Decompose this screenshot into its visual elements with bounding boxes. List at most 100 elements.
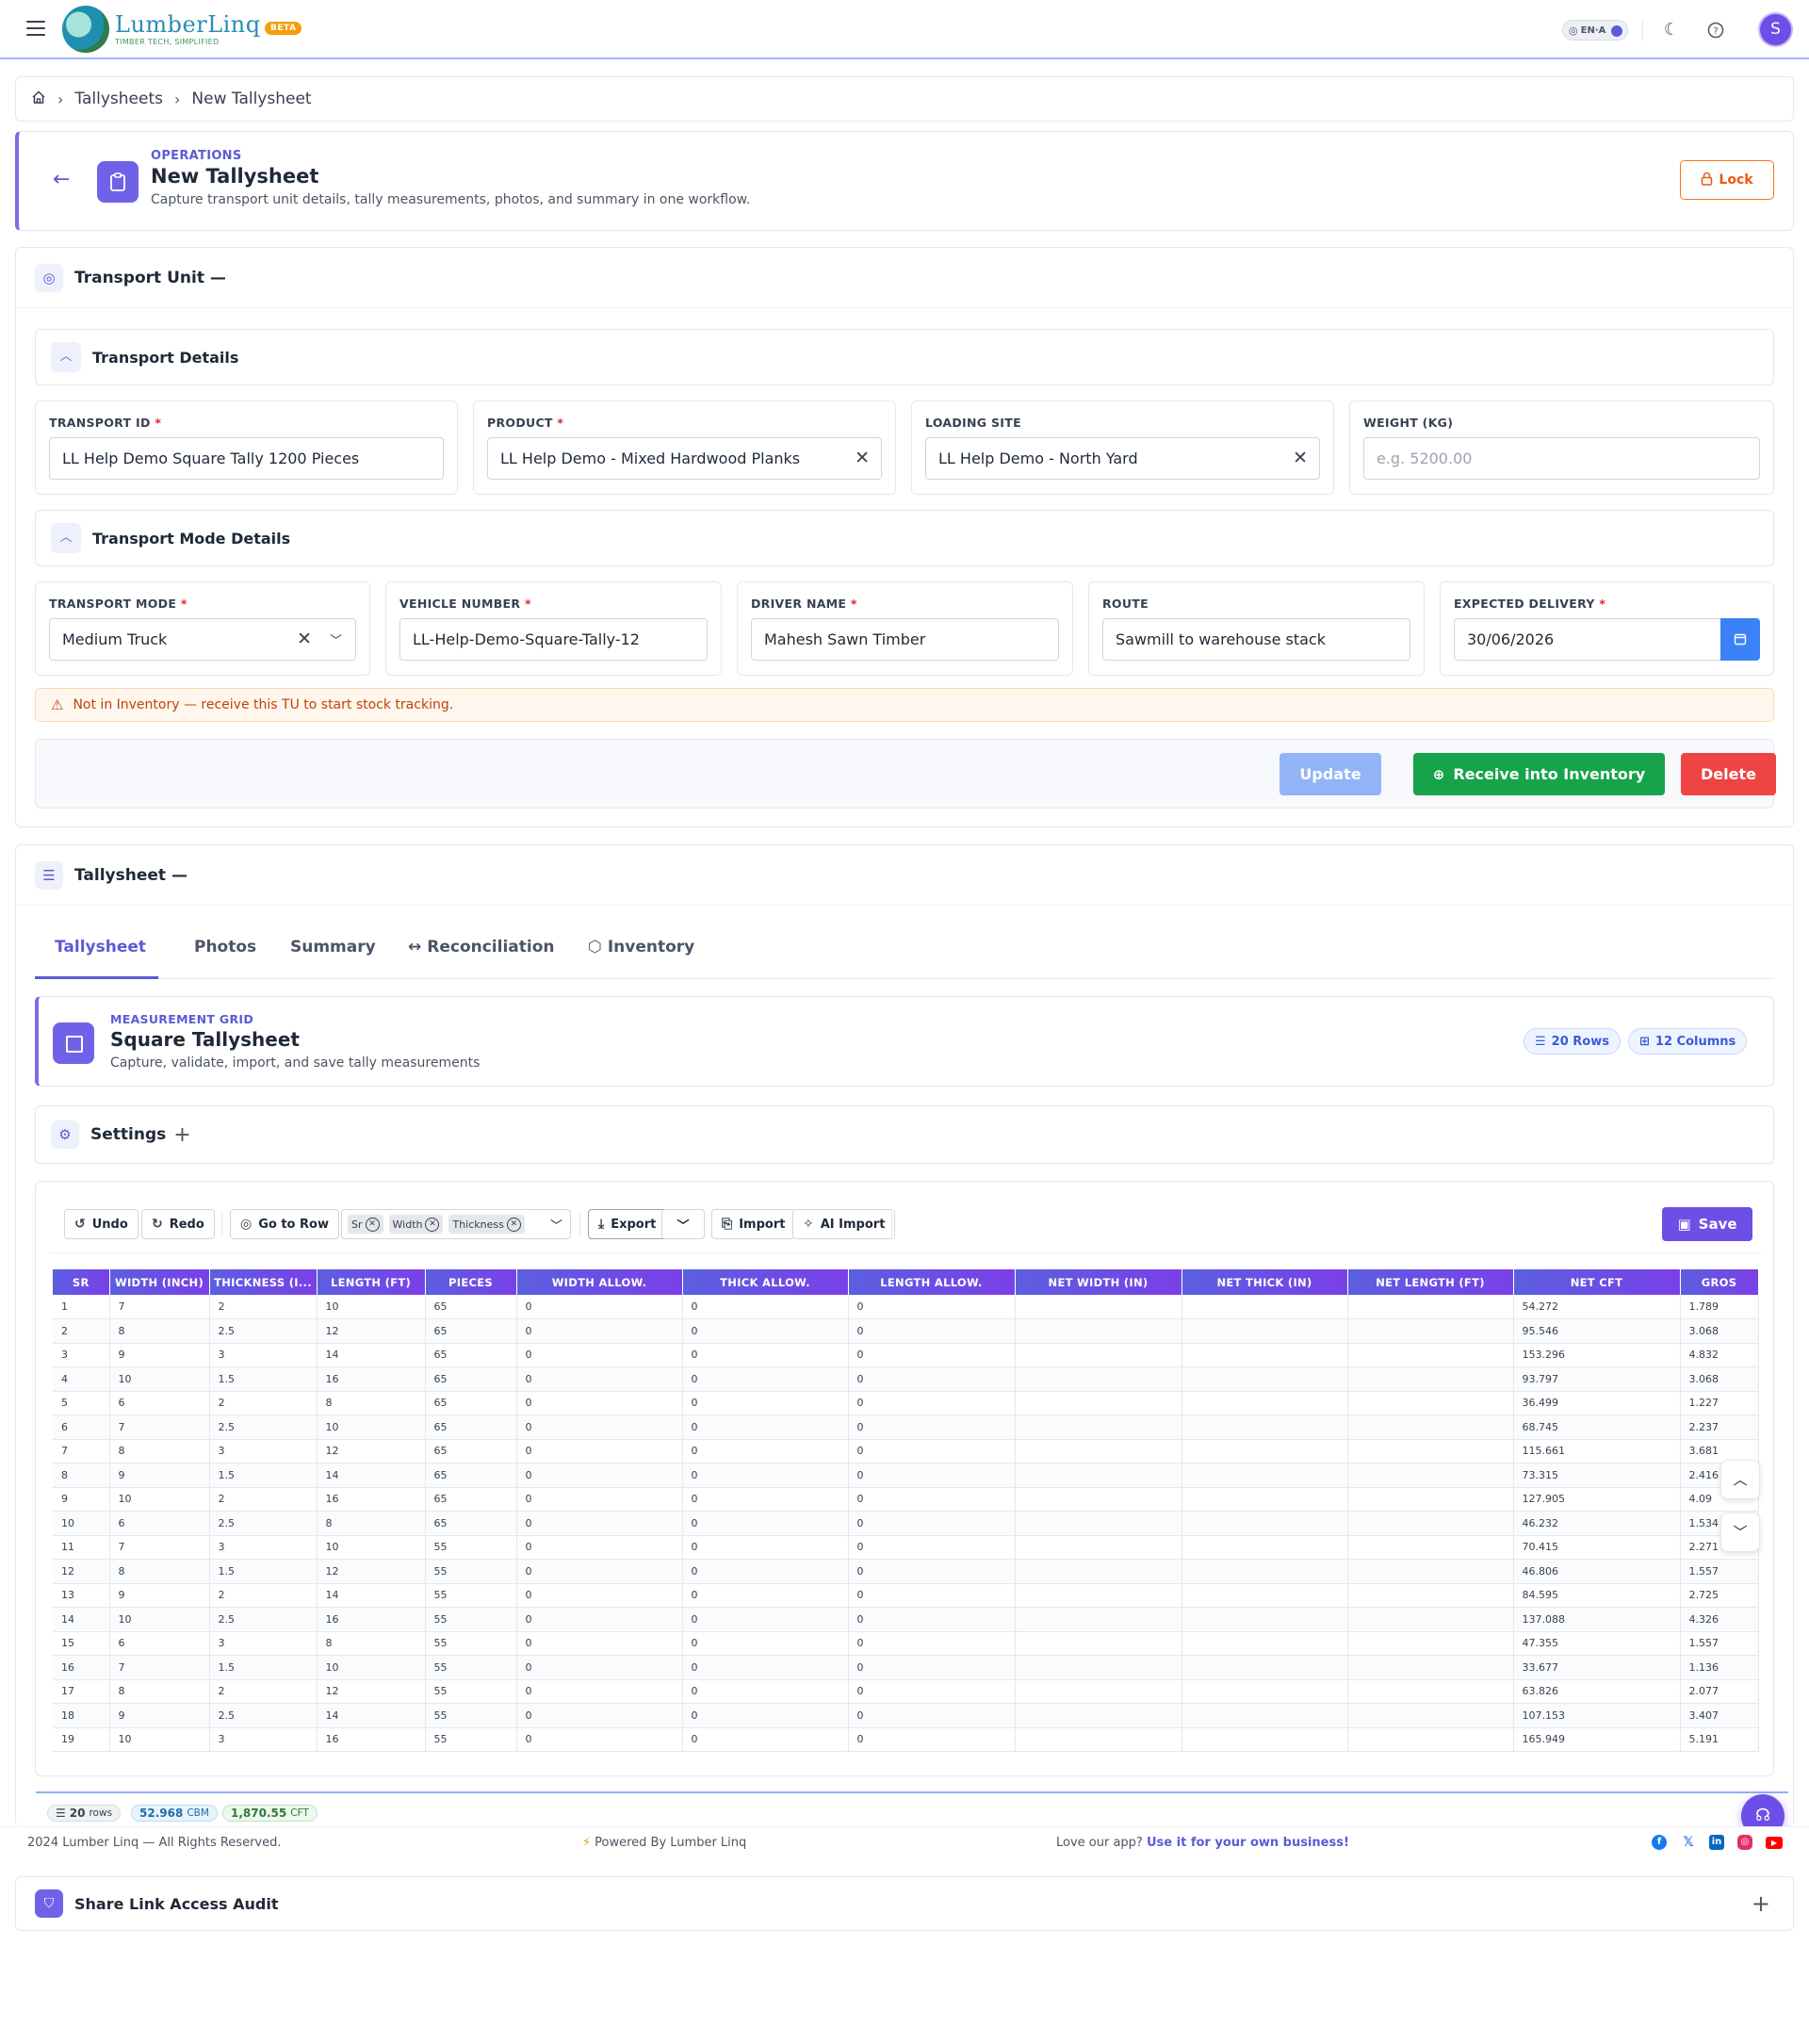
go-to-row-button[interactable]: ◎ Go to Row [230,1209,339,1239]
table-cell[interactable]: 0 [682,1295,849,1319]
linkedin-icon[interactable]: in [1709,1835,1724,1850]
table-row[interactable]: 14 10 2.5 16 55 0 0 0 137.088 4.326 [53,1607,1759,1632]
table-cell[interactable]: 16 [317,1487,426,1512]
table-cell[interactable]: 95.546 [1513,1318,1681,1344]
table-cell[interactable]: 0 [516,1607,683,1632]
table-cell[interactable] [1182,1391,1348,1415]
column-header[interactable]: NET LENGTH (FT) [1347,1269,1514,1295]
table-cell[interactable]: 14 [317,1463,426,1488]
table-cell[interactable]: 65 [425,1463,517,1488]
table-cell[interactable] [1015,1535,1182,1560]
youtube-icon[interactable]: ▶ [1766,1837,1783,1849]
table-cell[interactable]: 0 [848,1295,1016,1319]
table-cell[interactable]: 9 [109,1583,210,1608]
table-cell[interactable]: 0 [516,1295,683,1319]
table-cell[interactable]: 1 [53,1295,110,1319]
loading-site-select[interactable]: LL Help Demo - North Yard ✕ [925,437,1320,480]
table-cell[interactable]: 7 [109,1295,210,1319]
column-header[interactable]: WIDTH ALLOW. [516,1269,683,1295]
lock-button[interactable]: Lock [1680,160,1774,200]
column-header[interactable]: LENGTH ALLOW. [848,1269,1016,1295]
table-cell[interactable]: 0 [848,1679,1016,1704]
table-cell[interactable]: 1.5 [209,1559,318,1584]
column-header[interactable]: GROS [1680,1269,1759,1295]
table-cell[interactable]: 0 [516,1366,683,1392]
table-cell[interactable] [1015,1391,1182,1415]
table-cell[interactable]: 65 [425,1366,517,1392]
table-cell[interactable]: 2 [209,1679,318,1704]
table-cell[interactable]: 115.661 [1513,1439,1681,1464]
table-cell[interactable]: 0 [848,1511,1016,1536]
tab-reconciliation[interactable]: ↔ Reconciliation [408,938,555,957]
table-cell[interactable] [1182,1679,1348,1704]
table-cell[interactable] [1347,1679,1514,1704]
table-cell[interactable] [1182,1414,1348,1440]
ai-import-button[interactable]: ✧ AI Import [792,1209,896,1239]
table-cell[interactable]: 1.557 [1680,1631,1759,1656]
table-cell[interactable]: 0 [516,1414,683,1440]
table-cell[interactable]: 0 [516,1631,683,1656]
table-row[interactable]: 18 9 2.5 14 55 0 0 0 107.153 3.407 [53,1703,1759,1728]
clear-icon[interactable]: ✕ [297,629,312,649]
plus-icon[interactable]: + [1752,1890,1770,1917]
table-cell[interactable] [1015,1414,1182,1440]
table-cell[interactable]: 3.068 [1680,1318,1759,1344]
table-cell[interactable]: 6 [109,1391,210,1415]
column-header[interactable]: PIECES [425,1269,517,1295]
table-cell[interactable]: 18 [53,1703,110,1728]
table-cell[interactable] [1015,1655,1182,1680]
tab-tallysheet[interactable]: Tallysheet [55,938,146,957]
table-cell[interactable]: 4 [53,1366,110,1392]
table-row[interactable]: 6 7 2.5 10 65 0 0 0 68.745 2.237 [53,1414,1759,1440]
table-cell[interactable] [1347,1295,1514,1319]
table-cell[interactable]: 3.068 [1680,1366,1759,1392]
table-cell[interactable] [1347,1583,1514,1608]
table-cell[interactable] [1347,1391,1514,1415]
table-cell[interactable]: 12 [317,1559,426,1584]
table-cell[interactable]: 10 [317,1535,426,1560]
scroll-up-button[interactable]: ︿ [1720,1460,1760,1499]
table-cell[interactable]: 70.415 [1513,1535,1681,1560]
table-cell[interactable] [1347,1727,1514,1752]
table-cell[interactable]: 47.355 [1513,1631,1681,1656]
table-cell[interactable]: 16 [317,1727,426,1752]
table-cell[interactable] [1347,1655,1514,1680]
table-cell[interactable]: 14 [317,1343,426,1367]
table-cell[interactable] [1182,1511,1348,1536]
table-row[interactable]: 11 7 3 10 55 0 0 0 70.415 2.271 [53,1535,1759,1560]
table-cell[interactable] [1015,1439,1182,1464]
table-cell[interactable] [1182,1439,1348,1464]
table-cell[interactable]: 0 [516,1655,683,1680]
table-cell[interactable] [1182,1535,1348,1560]
export-button[interactable]: ⤓ Export [588,1209,667,1239]
table-cell[interactable]: 16 [317,1366,426,1392]
table-cell[interactable]: 0 [682,1343,849,1367]
table-cell[interactable]: 13 [53,1583,110,1608]
table-cell[interactable]: 1.5 [209,1366,318,1392]
table-cell[interactable]: 14 [317,1703,426,1728]
table-cell[interactable]: 2.5 [209,1703,318,1728]
table-cell[interactable] [1347,1366,1514,1392]
table-cell[interactable]: 84.595 [1513,1583,1681,1608]
table-row[interactable]: 7 8 3 12 65 0 0 0 115.661 3.681 [53,1439,1759,1464]
table-cell[interactable]: 11 [53,1535,110,1560]
table-cell[interactable]: 0 [682,1679,849,1704]
table-cell[interactable]: 3 [209,1439,318,1464]
table-cell[interactable]: 3 [209,1727,318,1752]
table-cell[interactable]: 0 [516,1318,683,1344]
table-cell[interactable] [1182,1318,1348,1344]
table-cell[interactable]: 12 [317,1679,426,1704]
table-cell[interactable] [1182,1295,1348,1319]
table-cell[interactable]: 0 [682,1391,849,1415]
language-toggle[interactable]: ◎ EN·A [1562,20,1628,41]
table-cell[interactable]: 1.5 [209,1463,318,1488]
table-cell[interactable]: 7 [109,1535,210,1560]
table-cell[interactable]: 0 [516,1727,683,1752]
table-cell[interactable]: 46.232 [1513,1511,1681,1536]
table-cell[interactable]: 0 [516,1583,683,1608]
table-cell[interactable] [1347,1607,1514,1632]
brand-logo[interactable]: LumberLinq TIMBER TECH, SIMPLIFIED [62,6,261,53]
table-cell[interactable]: 2.5 [209,1414,318,1440]
table-cell[interactable]: 1.789 [1680,1295,1759,1319]
table-cell[interactable] [1182,1487,1348,1512]
